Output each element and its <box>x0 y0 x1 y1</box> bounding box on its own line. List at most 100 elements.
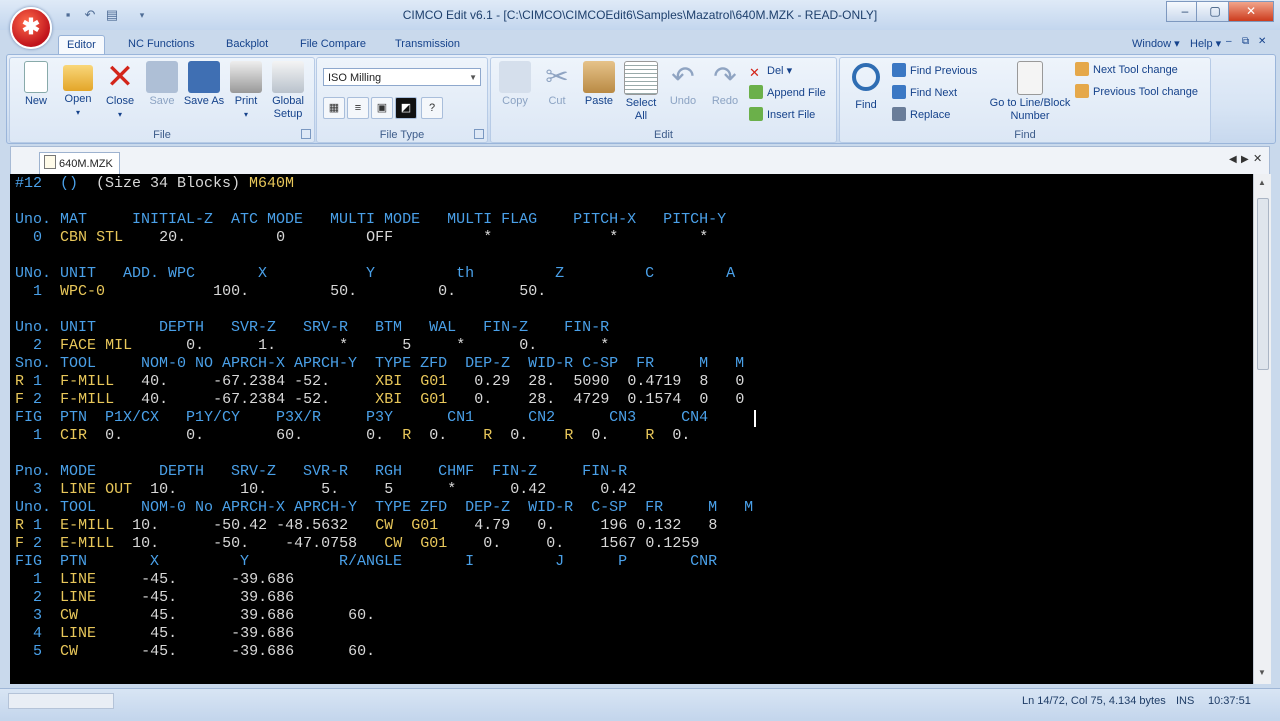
magnifier-icon <box>852 63 880 91</box>
code-line: F 2 E-MILL 10. -50. -47.0758 CW G01 0. 0… <box>15 535 700 552</box>
code-line: 0 CBN STL 20. 0 OFF * * * <box>33 229 709 246</box>
find-group-label: Find <box>1014 129 1036 141</box>
app-menu-button[interactable]: ✱ <box>10 7 52 49</box>
find-next-icon <box>892 85 906 99</box>
delete-button[interactable]: ✕ Del ▾ <box>749 61 792 81</box>
replace-icon <box>892 107 906 121</box>
window-menu[interactable]: Window ▾ <box>1124 35 1188 54</box>
find-next-button[interactable]: Find Next <box>892 83 957 103</box>
file-icon <box>44 155 56 169</box>
ribbon-minimize-icon[interactable]: – <box>1226 36 1232 47</box>
setup-icon <box>272 61 304 93</box>
ribbon-restore-icon[interactable]: ⧉ <box>1242 36 1249 47</box>
select-all-button[interactable]: Select All <box>619 61 663 123</box>
paste-button[interactable]: Paste <box>577 61 621 108</box>
scroll-down-icon[interactable]: ▼ <box>1256 668 1268 680</box>
close-window-button[interactable]: ✕ <box>1228 1 1274 22</box>
replace-button[interactable]: Replace <box>892 105 950 125</box>
save-as-button[interactable]: Save As <box>182 61 226 108</box>
global-setup-button[interactable]: Global Setup <box>266 61 310 121</box>
filetype-help-icon[interactable]: ? <box>421 97 443 119</box>
code-line: R 1 E-MILL 10. -50.42 -48.5632 CW G01 4.… <box>15 517 718 534</box>
redo-button[interactable]: ↷ Redo <box>703 61 747 108</box>
find-previous-icon <box>892 63 906 77</box>
insert-icon <box>749 107 763 121</box>
tab-next-icon[interactable]: ▶ <box>1241 154 1249 165</box>
code-line: FIG PTN X Y R/ANGLE I J P CNR <box>15 553 718 570</box>
document-tab-bar: 640M.MZK ◀ ▶ ✕ <box>10 146 1270 175</box>
code-line: Uno. UNIT DEPTH SVR-Z SRV-R BTM WAL FIN-… <box>15 319 610 336</box>
clock: 10:37:51 <box>1208 695 1251 707</box>
tab-prev-icon[interactable]: ◀ <box>1229 154 1237 165</box>
scroll-thumb[interactable] <box>1257 198 1269 370</box>
code-line: Uno. TOOL NOM-0 No APRCH-X APRCH-Y TYPE … <box>15 499 754 516</box>
code-line: Sno. TOOL NOM-0 NO APRCH-X APRCH-Y TYPE … <box>15 355 745 372</box>
tab-nc-functions[interactable]: NC Functions <box>120 35 203 54</box>
new-icon <box>24 61 48 93</box>
open-folder-icon <box>63 65 93 91</box>
tab-file-compare[interactable]: File Compare <box>292 35 374 54</box>
cut-button[interactable]: ✂ Cut <box>535 61 579 108</box>
next-tool-icon <box>1075 62 1089 76</box>
code-line: F 2 F-MILL 40. -67.2384 -52. XBI G01 0. … <box>15 391 745 408</box>
previous-tool-change-button[interactable]: Previous Tool change <box>1075 82 1198 102</box>
goto-line-button[interactable]: Go to Line/Block Number <box>984 61 1076 123</box>
chevron-down-icon: ▼ <box>469 73 477 82</box>
filetype-list-icon[interactable]: ≡ <box>347 97 369 119</box>
filetype-launcher-icon[interactable] <box>474 129 484 139</box>
tab-editor[interactable]: Editor <box>58 35 105 55</box>
code-line: Pno. MODE DEPTH SRV-Z SVR-R RGH CHMF FIN… <box>15 463 628 480</box>
code-line: R 1 F-MILL 40. -67.2384 -52. XBI G01 0.2… <box>15 373 745 390</box>
filetype-dark-icon[interactable]: ◩ <box>395 97 417 119</box>
filetype-settings-icon[interactable]: ▣ <box>371 97 393 119</box>
new-button[interactable]: New <box>14 61 58 108</box>
scroll-up-icon[interactable]: ▲ <box>1256 178 1268 190</box>
print-button[interactable]: Print ▾ <box>224 61 268 121</box>
redo-icon: ↷ <box>713 61 737 92</box>
code-line: 2 FACE MIL 0. 1. * 5 * 0. * <box>33 337 610 354</box>
insert-mode: INS <box>1176 695 1195 707</box>
code-line: Uno. MAT INITIAL-Z ATC MODE MULTI MODE M… <box>15 211 727 228</box>
edit-group-label: Edit <box>654 129 673 141</box>
insert-file-button[interactable]: Insert File <box>749 105 815 125</box>
append-file-button[interactable]: Append File <box>749 83 826 103</box>
code-line: #12 () (Size 34 Blocks) M640M <box>15 175 295 192</box>
scissors-icon: ✂ <box>545 61 569 92</box>
copy-button[interactable]: Copy <box>493 61 537 108</box>
tab-backplot[interactable]: Backplot <box>218 35 276 54</box>
undo-button[interactable]: ↶ Undo <box>661 61 705 108</box>
code-line: 4 LINE 45. -39.686 <box>33 625 295 642</box>
append-icon <box>749 85 763 99</box>
code-line: UNo. UNIT ADD. WPC X Y th Z C A <box>15 265 736 282</box>
filetype-select[interactable]: ISO Milling ▼ <box>323 68 481 86</box>
file-group-launcher-icon[interactable] <box>301 129 311 139</box>
file-group-label: File <box>153 129 171 141</box>
save-button[interactable]: Save <box>140 61 184 108</box>
window-title: CIMCO Edit v6.1 - [C:\CIMCO\CIMCOEdit6\S… <box>402 8 878 22</box>
status-bar: Ln 14/72, Col 75, 4.134 bytes INS 10:37:… <box>0 688 1280 721</box>
filetype-color-icon[interactable]: ▦ <box>323 97 345 119</box>
find-button[interactable]: Find <box>844 61 888 112</box>
tab-close-icon[interactable]: ✕ <box>1253 152 1262 165</box>
ribbon-close-icon[interactable]: ✕ <box>1258 36 1266 47</box>
copy-icon <box>499 61 531 93</box>
open-button[interactable]: Open ▾ <box>56 61 100 119</box>
code-line: FIG PTN P1X/CX P1Y/CY P3X/R P3Y CN1 CN2 … <box>15 409 709 426</box>
edit-group: Copy ✂ Cut Paste Select All ↶ Undo ↷ Red… <box>490 57 837 143</box>
cursor-position: Ln 14/72, Col 75, 4.134 bytes <box>1022 695 1166 707</box>
close-x-icon: ✕ <box>105 58 135 96</box>
document-tab[interactable]: 640M.MZK <box>39 152 120 175</box>
next-tool-change-button[interactable]: Next Tool change <box>1075 60 1178 80</box>
tab-transmission[interactable]: Transmission <box>387 35 468 54</box>
goto-icon <box>1017 61 1043 95</box>
ribbon-tabs: Editor NC Functions Backplot File Compar… <box>0 30 1280 55</box>
horizontal-scrollbar[interactable] <box>8 693 114 709</box>
delete-x-icon: ✕ <box>749 65 760 80</box>
find-previous-button[interactable]: Find Previous <box>892 61 977 81</box>
code-editor[interactable]: #12 () (Size 34 Blocks) M640M Uno. MAT IN… <box>10 174 1253 684</box>
title-bar: ✱ ▪ ↶ ▤ ▾ CIMCO Edit v6.1 - [C:\CIMCO\CI… <box>0 0 1280 49</box>
help-menu[interactable]: Help ▾ <box>1182 35 1229 54</box>
close-file-button[interactable]: ✕ Close ▾ <box>98 58 142 121</box>
vertical-scrollbar[interactable]: ▲ ▼ <box>1253 174 1271 684</box>
code-line: 5 CW -45. -39.686 60. <box>33 643 376 660</box>
